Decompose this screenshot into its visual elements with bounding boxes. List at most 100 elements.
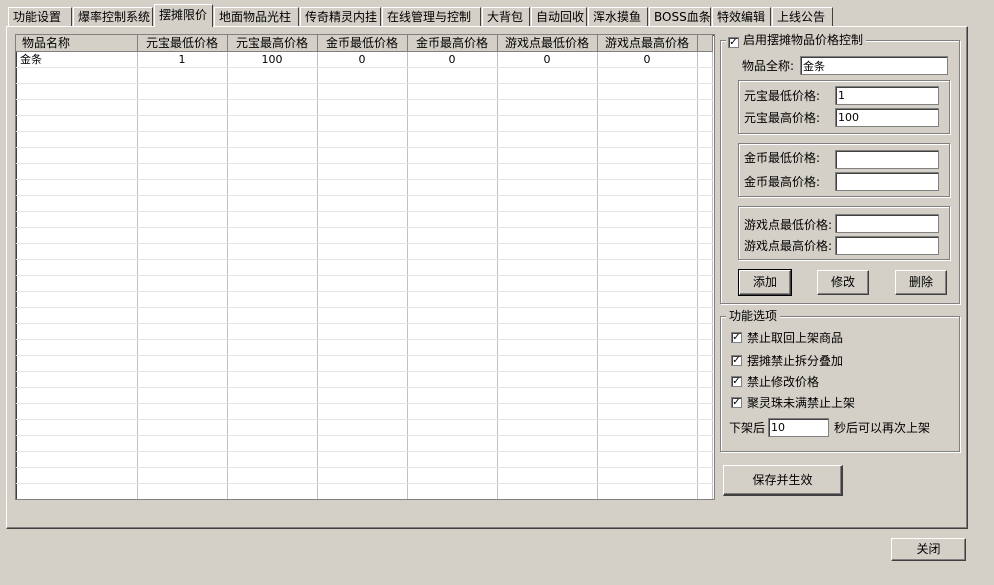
table-row[interactable] [16,195,713,212]
option-checkbox[interactable]: ✓ [731,332,742,343]
option-label[interactable]: 禁止修改价格 [747,375,819,389]
table-row[interactable] [16,275,713,292]
option-label[interactable]: 聚灵珠未满禁止上架 [747,396,855,410]
item-name-field[interactable] [800,56,948,75]
table-cell [407,275,498,292]
tab-9[interactable]: BOSS血条 [649,7,711,26]
table-row[interactable] [16,500,712,501]
gold-max-label: 金币最高价格: [744,175,821,189]
yuanbao-max-field[interactable] [835,108,939,127]
modify-button[interactable]: 修改 [817,270,869,295]
column-header[interactable]: 游戏点最低价格 [497,35,598,52]
tab-4[interactable]: 传奇精灵内挂 [300,7,381,26]
table-cell [407,467,498,484]
relist-seconds-field[interactable] [768,418,829,437]
column-header[interactable]: 金币最高价格 [407,35,498,52]
table-cell [317,291,408,308]
table-cell [697,419,713,436]
tab-8[interactable]: 浑水摸鱼 [588,7,648,26]
table-row[interactable] [16,483,713,499]
table-cell [137,371,228,388]
option-label[interactable]: 摆摊禁止拆分叠加 [747,354,843,368]
table-row[interactable] [16,467,713,484]
tab-11[interactable]: 上线公告 [772,7,833,26]
table-cell [407,435,498,452]
table-row[interactable] [16,323,713,340]
option-label[interactable]: 禁止取回上架商品 [747,331,843,345]
enable-price-control-checkbox[interactable]: ✓ [728,37,739,48]
tab-2[interactable]: 摆摊限价 [154,4,213,27]
table-row[interactable] [16,451,713,468]
table-cell [317,179,408,196]
table-cell [317,227,408,244]
delete-button[interactable]: 删除 [895,270,947,295]
table-cell [497,115,598,132]
tab-7[interactable]: 自动回收 [531,7,587,26]
option-checkbox[interactable]: ✓ [731,397,742,408]
tab-5[interactable]: 在线管理与控制 [382,7,481,26]
table-row[interactable] [16,435,713,452]
tab-3[interactable]: 地面物品光柱 [214,7,299,26]
table-row[interactable] [16,115,713,132]
tab-6[interactable]: 大背包 [482,7,530,26]
table-cell [317,67,408,84]
table-cell [407,483,498,499]
table-cell [697,83,713,100]
table-row[interactable]: 金条 1 100 0 0 0 0 [16,51,713,68]
tab-0[interactable]: 功能设置 [8,7,72,26]
table-row[interactable] [16,131,713,148]
relist-prefix: 下架后 [729,421,766,435]
gamepoint-min-field[interactable] [835,214,939,233]
table-cell [227,355,318,372]
table-cell [137,403,228,420]
table-row[interactable] [16,355,713,372]
table-cell [497,291,598,308]
table-cell [597,275,698,292]
table-row[interactable] [16,147,713,164]
table-cell [497,163,598,180]
table-row[interactable] [16,67,713,84]
gold-min-field[interactable] [835,150,939,169]
table-row[interactable] [16,179,713,196]
yuanbao-min-field[interactable] [835,86,939,105]
gamepoint-max-field[interactable] [835,236,939,255]
column-header[interactable]: 物品名称 [16,35,138,52]
table-row[interactable] [16,339,713,356]
table-cell [497,275,598,292]
tab-1[interactable]: 爆率控制系统 [73,7,153,26]
gold-max-field[interactable] [835,172,939,191]
column-header[interactable]: 元宝最高价格 [227,35,318,52]
table-cell [497,243,598,260]
table-row[interactable] [16,387,713,404]
option-checkbox[interactable]: ✓ [731,376,742,387]
table-row[interactable] [16,291,713,308]
tab-10[interactable]: 特效编辑 [712,7,771,26]
table-row[interactable] [16,227,713,244]
table-cell [227,147,318,164]
table-row[interactable] [16,83,713,100]
table-row[interactable] [16,307,713,324]
enable-price-control[interactable]: ✓ 启用摆摊物品价格控制 [726,33,867,48]
table-cell [137,339,228,356]
price-limit-grid[interactable]: 物品名称 元宝最低价格 元宝最高价格 金币最低价格 金币最高价格 游戏点最低价格 游戏点最高… [15,34,715,500]
table-row[interactable] [16,99,713,116]
table-row[interactable] [16,259,713,276]
table-cell [16,243,138,260]
table-row[interactable] [16,419,713,436]
table-cell [697,147,713,164]
column-header[interactable]: 金币最低价格 [317,35,408,52]
table-cell [497,307,598,324]
save-and-apply-button[interactable]: 保存并生效 [723,465,843,496]
column-header[interactable]: 游戏点最高价格 [597,35,698,52]
table-cell: 0 [407,51,498,68]
table-row[interactable] [16,163,713,180]
close-button[interactable]: 关闭 [891,538,966,561]
option-checkbox[interactable]: ✓ [731,355,742,366]
table-row[interactable] [16,403,713,420]
column-header[interactable]: 元宝最低价格 [137,35,228,52]
table-row[interactable] [16,243,713,260]
table-row[interactable] [16,211,713,228]
table-cell [16,291,138,308]
table-row[interactable] [16,371,713,388]
add-button[interactable]: 添加 [738,269,792,296]
